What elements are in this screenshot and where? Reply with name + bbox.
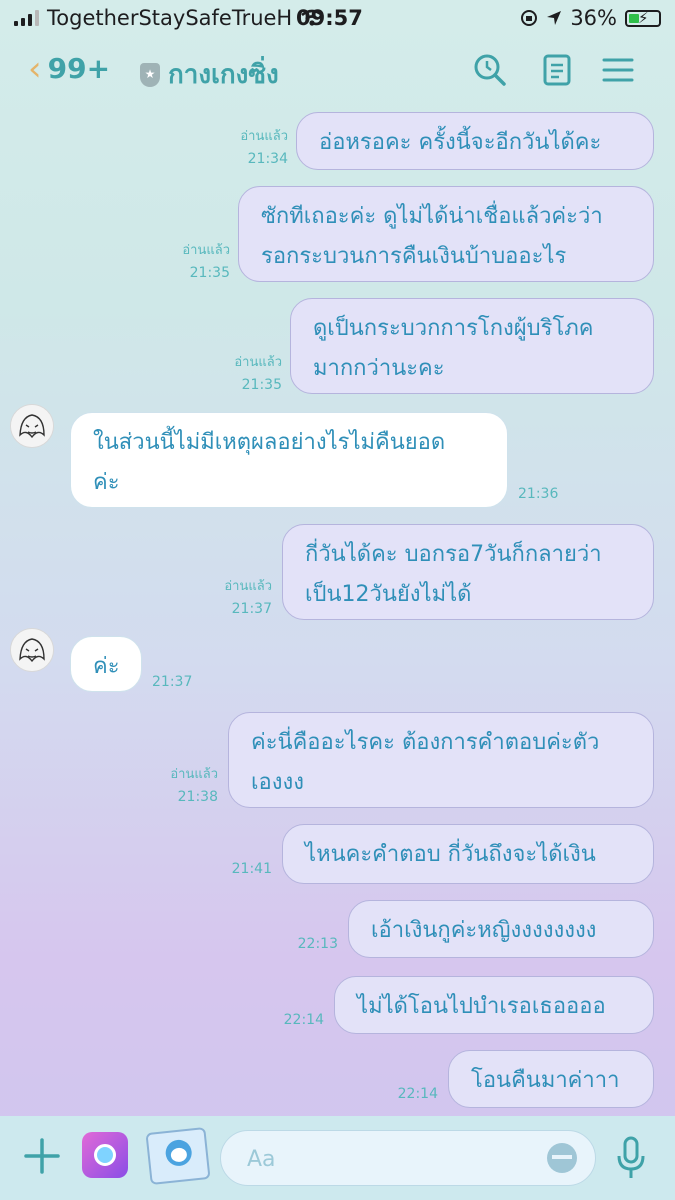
- message-meta: อ่านแล้ว 21:38: [130, 764, 218, 808]
- message-meta: 21:36: [518, 483, 588, 505]
- message-bubble-incoming[interactable]: ในส่วนนี้ไม่มีเหตุผลอย่างไรไม่คืนยอด ค่ะ: [70, 412, 508, 508]
- message-bubble-outgoing[interactable]: อ่อหรอคะ ครั้งนี้จะอีกวันได้คะ: [296, 112, 654, 170]
- message-meta: 22:14: [254, 1009, 324, 1031]
- clock: 09:57: [296, 6, 363, 30]
- sticker-icon[interactable]: [145, 1127, 211, 1185]
- read-receipt: อ่านแล้ว: [224, 579, 272, 594]
- message-meta: อ่านแล้ว 21:34: [200, 126, 288, 170]
- chat-title: กางเกงซิ่ง: [168, 60, 279, 90]
- message-meta: 21:37: [152, 671, 212, 693]
- message-time: 21:36: [518, 486, 559, 502]
- carrier-group: TogetherStaySafeTrueH: [14, 6, 324, 30]
- message-bubble-outgoing[interactable]: ไม่ได้โอนไปบำเรอเธออออ: [334, 976, 654, 1034]
- message-meta: 22:13: [268, 933, 338, 955]
- plus-icon[interactable]: [22, 1136, 62, 1176]
- emoji-icon[interactable]: [547, 1143, 577, 1173]
- message-meta: 21:41: [202, 858, 272, 880]
- message-meta: อ่านแล้ว 21:35: [140, 240, 230, 284]
- notes-icon[interactable]: [540, 52, 576, 88]
- status-bar: TogetherStaySafeTrueH 09:57 36% ⚡: [0, 0, 675, 34]
- status-right: 36% ⚡: [520, 6, 661, 30]
- signal-icon: [14, 10, 39, 26]
- chat-header: ‹ 99+ ★ กางเกงซิ่ง: [0, 34, 675, 104]
- message-field[interactable]: [220, 1130, 596, 1186]
- input-bar: [0, 1116, 675, 1200]
- message-bubble-outgoing[interactable]: ไหนคะคำตอบ กี่วันถึงจะได้เงิน: [282, 824, 654, 884]
- back-button[interactable]: ‹ 99+: [28, 48, 111, 89]
- message-meta: 22:14: [368, 1083, 438, 1105]
- read-receipt: อ่านแล้ว: [240, 129, 288, 144]
- search-icon[interactable]: [472, 52, 508, 88]
- camera-icon[interactable]: [82, 1132, 128, 1178]
- read-receipt: อ่านแล้ว: [170, 767, 218, 782]
- chevron-left-icon: ‹: [28, 48, 42, 89]
- microphone-icon[interactable]: [616, 1136, 646, 1180]
- sticker-face: [164, 1138, 193, 1168]
- message-meta: อ่านแล้ว 21:35: [194, 352, 282, 396]
- message-time: 22:13: [297, 936, 338, 952]
- read-receipt: อ่านแล้ว: [234, 355, 282, 370]
- message-meta: อ่านแล้ว 21:37: [184, 576, 272, 620]
- rotation-lock-icon: [521, 10, 538, 26]
- battery-icon: ⚡: [625, 8, 661, 27]
- message-bubble-outgoing[interactable]: ดูเป็นกระบวกการโกงผู้บริโภค มากกว่านะคะ: [290, 298, 654, 394]
- message-input[interactable]: [245, 1141, 529, 1177]
- message-time: 21:34: [247, 151, 288, 167]
- carrier-name: TogetherStaySafeTrueH: [47, 6, 293, 30]
- avatar[interactable]: [10, 404, 54, 448]
- unread-count: 99+: [47, 52, 111, 85]
- read-receipt: อ่านแล้ว: [182, 243, 230, 258]
- message-time: 21:35: [241, 377, 282, 393]
- message-bubble-incoming[interactable]: ค่ะ: [70, 636, 142, 692]
- message-time: 21:38: [177, 789, 218, 805]
- message-time: 21:37: [231, 601, 272, 617]
- shield-icon: ★: [140, 62, 160, 87]
- menu-icon[interactable]: [600, 52, 636, 88]
- camera-lens: [94, 1144, 116, 1166]
- charging-bolt-icon: ⚡: [638, 8, 649, 27]
- avatar[interactable]: [10, 628, 54, 672]
- message-bubble-outgoing[interactable]: เอ้าเงินกูค่ะหญิงงงงงงงง: [348, 900, 654, 958]
- chat-title-group[interactable]: ★ กางเกงซิ่ง: [140, 54, 279, 95]
- message-time: 22:14: [397, 1086, 438, 1102]
- message-time: 21:35: [189, 265, 230, 281]
- message-bubble-outgoing[interactable]: กี่วันได้คะ บอกรอ7วันก็กลายว่า เป็น12วัน…: [282, 524, 654, 620]
- message-bubble-outgoing[interactable]: ซักทีเถอะค่ะ ดูไม่ได้น่าเชื่อแล้วค่ะว่า …: [238, 186, 654, 282]
- location-icon: [547, 11, 562, 25]
- message-bubble-outgoing[interactable]: ค่ะนี่คืออะไรคะ ต้องการคำตอบค่ะตัว เองงง: [228, 712, 654, 808]
- battery-percent: 36%: [570, 6, 617, 30]
- message-time: 21:37: [152, 674, 193, 690]
- message-bubble-outgoing[interactable]: โอนคืนมาค่าาา: [448, 1050, 654, 1108]
- message-time: 22:14: [283, 1012, 324, 1028]
- message-time: 21:41: [231, 861, 272, 877]
